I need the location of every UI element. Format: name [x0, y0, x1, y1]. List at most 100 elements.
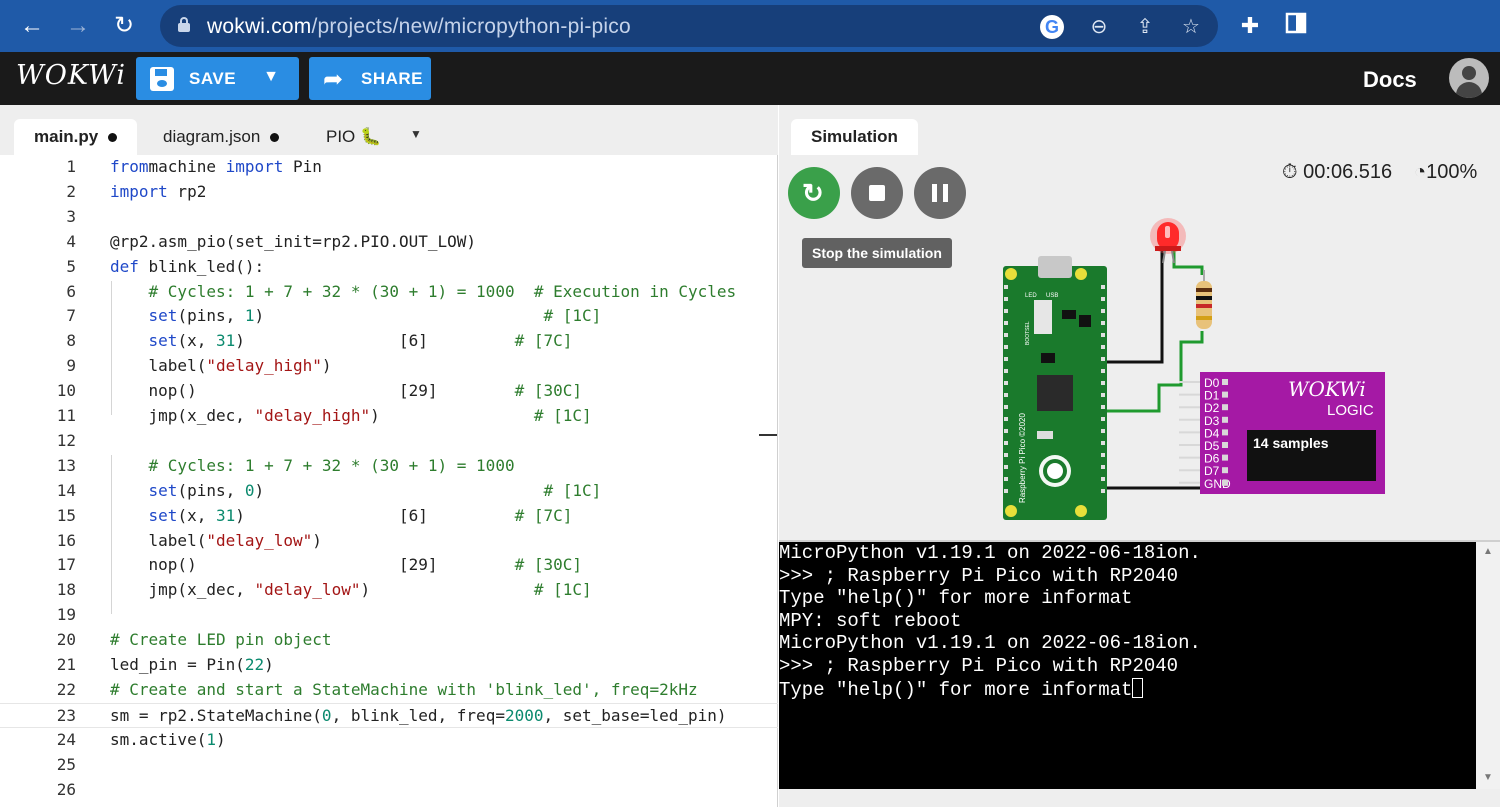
back-arrow-icon[interactable]: ←	[16, 10, 48, 42]
logic-analyzer[interactable]: WOKWi LOGIC 14 samples D0D1D2D3D4D5D6D7G…	[1179, 372, 1385, 494]
code-line[interactable]: 4 @rp2.asm_pio(set_init=rp2.PIO.OUT_LOW)	[0, 230, 778, 255]
address-bar[interactable]: wokwi.com/projects/new/micropython-pi-pi…	[160, 5, 1218, 47]
reload-icon[interactable]: ↻	[108, 10, 140, 42]
board-bootsel-label: BOOTSEL	[1025, 321, 1031, 345]
restart-button[interactable]: ↻	[788, 167, 840, 219]
code-line[interactable]: 10 nop() [29] # [30C]	[0, 379, 778, 404]
wokwi-logo[interactable]: WOKWi	[16, 60, 126, 91]
serial-line: MicroPython v1.19.1 on 2022-06-18ion.	[779, 632, 1201, 655]
line-number: 20	[56, 630, 76, 650]
code-line[interactable]: 9 label("delay_high")	[0, 354, 778, 379]
extensions-icon[interactable]: ✚	[1236, 12, 1264, 40]
logic-pin	[1222, 429, 1228, 436]
editor-scroll-marker	[759, 434, 777, 436]
code-line[interactable]: 22 # Create and start a StateMachine with…	[0, 678, 778, 703]
code-line[interactable]: 7 set(pins, 1) # [1C]	[0, 304, 778, 329]
code-line[interactable]: 17 nop() [29] # [30C]	[0, 553, 778, 578]
serial-line: MPY: soft reboot	[779, 609, 962, 632]
line-number: 14	[56, 480, 76, 500]
code-line[interactable]: 25	[0, 753, 778, 778]
chevron-down-icon[interactable]: ▼	[260, 68, 282, 86]
scroll-up-icon[interactable]: ▲	[1483, 546, 1493, 557]
unsaved-dot-icon	[270, 133, 280, 143]
sidepanel-icon[interactable]	[1282, 12, 1310, 40]
gauge-icon: ◔	[1414, 161, 1427, 183]
pause-button[interactable]	[914, 167, 966, 219]
line-number: 9	[66, 356, 76, 376]
code-line[interactable]: 14 set(pins, 0) # [1C]	[0, 479, 778, 504]
tab-diagram-json[interactable]: diagram.json	[143, 119, 299, 155]
docs-link[interactable]: Docs	[1363, 67, 1417, 93]
star-icon[interactable]: ☆	[1178, 14, 1204, 40]
share-button[interactable]: ➦ SHARE	[309, 57, 431, 100]
line-number: 15	[56, 505, 76, 525]
tab-main-py[interactable]: main.py	[14, 119, 138, 155]
code-line[interactable]: 23 sm = rp2.StateMachine(0, blink_led, fr…	[0, 702, 778, 728]
code-line[interactable]: 24 sm.active(1)	[0, 728, 778, 753]
serial-line: Type "help()" for more informat	[779, 587, 1133, 610]
code-line[interactable]: 2 import rp2	[0, 180, 778, 205]
code-line[interactable]: 8 set(x, 31) [6] # [7C]	[0, 329, 778, 354]
google-icon[interactable]: G	[1040, 15, 1064, 39]
line-number: 10	[56, 381, 76, 401]
forward-arrow-icon[interactable]: →	[62, 10, 94, 42]
line-number: 16	[56, 530, 76, 550]
serial-output: MicroPython v1.19.1 on 2022-06-18ion. >>…	[779, 542, 1201, 701]
logic-pin	[1222, 467, 1228, 474]
serial-monitor[interactable]: MicroPython v1.19.1 on 2022-06-18ion. >>…	[779, 540, 1500, 807]
unsaved-dot-icon	[108, 133, 118, 143]
serial-line: >>> ; Raspberry Pi Pico with RP2040	[779, 654, 1179, 677]
line-number: 11	[56, 406, 76, 425]
app-header: WOKWi SAVE ▼ ➦ SHARE Docs	[0, 52, 1500, 105]
code-line[interactable]: 15 set(x, 31) [6] # [7C]	[0, 504, 778, 529]
logic-pin	[1222, 404, 1228, 411]
save-button[interactable]: SAVE ▼	[136, 57, 299, 100]
code-line[interactable]: 1 frommachine import Pin	[0, 155, 778, 180]
code-line[interactable]: 11 jmp(x_dec, "delay_high") # [1C]	[0, 404, 778, 429]
horizontal-scrollbar[interactable]	[779, 789, 1500, 807]
resistor[interactable]	[1196, 270, 1212, 329]
code-line[interactable]: 18 jmp(x_dec, "delay_low") # [1C]	[0, 578, 778, 603]
line-number: 8	[66, 331, 76, 351]
scroll-down-icon[interactable]: ▼	[1483, 772, 1493, 783]
code-line[interactable]: 5 def blink_led():	[0, 255, 778, 280]
board-usb-label: USB	[1046, 293, 1058, 299]
code-line[interactable]: 16 label("delay_low")	[0, 529, 778, 554]
stopwatch-icon: ⏱	[1282, 161, 1298, 183]
red-led[interactable]	[1150, 218, 1186, 264]
line-number: 2	[66, 181, 76, 201]
zoom-out-icon[interactable]: ⊖	[1086, 14, 1112, 40]
line-number: 22	[56, 679, 76, 699]
code-line[interactable]: 20 # Create LED pin object	[0, 628, 778, 653]
floppy-disk-icon	[150, 67, 174, 91]
stop-button[interactable]	[851, 167, 903, 219]
code-line[interactable]: 3	[0, 205, 778, 230]
line-number: 4	[66, 231, 76, 251]
logic-pin	[1222, 379, 1228, 385]
code-line[interactable]: 13 # Cycles: 1 + 7 + 32 * (30 + 1) = 100…	[0, 454, 778, 479]
code-line[interactable]: 26	[0, 778, 778, 803]
line-number: 25	[56, 754, 76, 774]
serial-line: >>> ; Raspberry Pi Pico with RP2040	[779, 564, 1179, 587]
raspberry-pi-pico-board[interactable]: LED USB BOOTSEL Raspberry Pi Pico ©2020	[1003, 256, 1107, 520]
terminal-cursor	[1132, 677, 1144, 698]
code-line[interactable]: 6 # Cycles: 1 + 7 + 32 * (30 + 1) = 1000…	[0, 280, 778, 305]
code-text: @rp2.asm_pio(set_init=rp2.PIO.OUT_LOW)	[110, 231, 477, 251]
logic-title: LOGIC	[1327, 402, 1374, 419]
serial-scrollbar[interactable]: ▲ ▼	[1476, 542, 1500, 789]
code-area[interactable]: 1 frommachine import Pin 2 import rp2 3 4 @rp2…	[0, 155, 778, 807]
logic-pin	[1222, 416, 1228, 423]
code-text: # Cycles: 1 + 7 + 32 * (30 + 1) = 1000	[110, 455, 515, 475]
code-line[interactable]: 12	[0, 429, 778, 454]
code-line[interactable]: 21 led_pin = Pin(22)	[0, 653, 778, 678]
logic-brand: WOKWi	[1288, 377, 1366, 401]
share-icon[interactable]: ⇪	[1132, 14, 1158, 40]
logic-pin	[1222, 479, 1228, 486]
code-text: label("delay_low")	[110, 530, 322, 550]
tabs-menu-caret-icon[interactable]: ▼	[410, 127, 422, 141]
avatar[interactable]	[1449, 58, 1489, 98]
code-line[interactable]: 19	[0, 603, 778, 628]
tab-pio[interactable]: PIO 🐛	[306, 119, 401, 155]
line-number: 17	[56, 555, 76, 575]
logic-samples: 14 samples	[1253, 435, 1329, 451]
